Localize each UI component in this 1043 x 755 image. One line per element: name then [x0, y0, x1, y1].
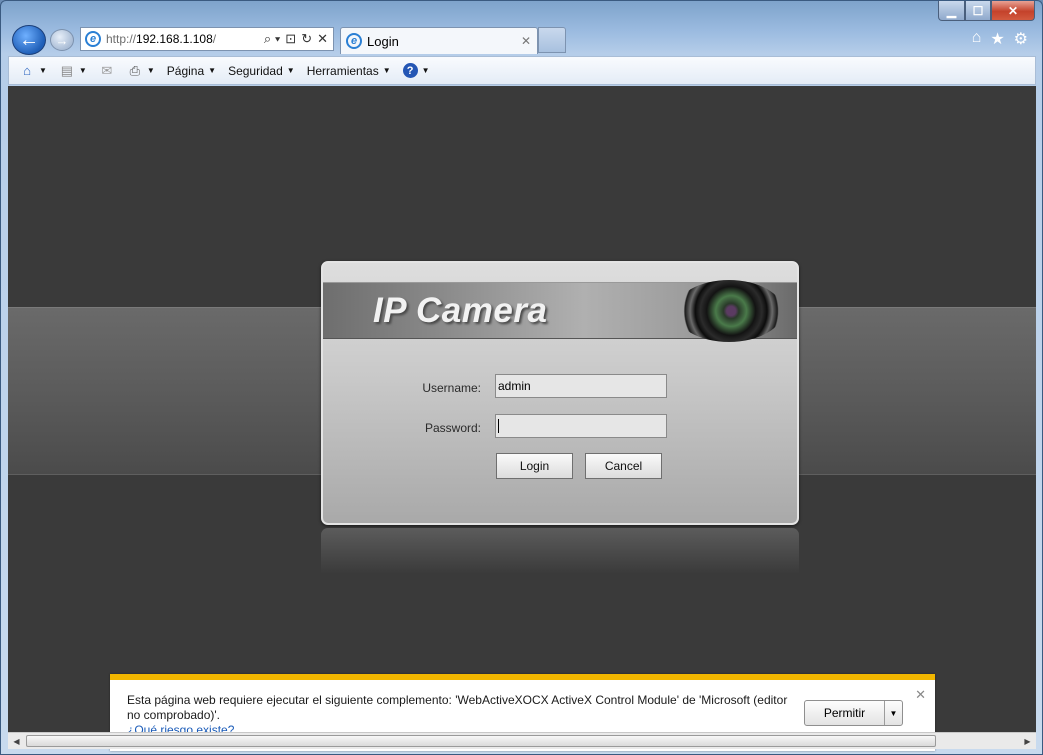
password-input[interactable] [495, 414, 667, 438]
help-icon: ? [402, 63, 418, 78]
menu-seguridad[interactable]: Seguridad ▼ [228, 64, 295, 78]
home-icon[interactable]: ⌂ [972, 29, 982, 49]
username-input[interactable]: admin [495, 374, 667, 398]
feeds-command[interactable]: ▤ ▼ [59, 63, 87, 78]
tab-title: Login [367, 33, 399, 49]
login-button[interactable]: Login [496, 453, 573, 479]
back-arrow-icon: ← [19, 28, 39, 51]
ie-logo-icon: e [85, 31, 101, 47]
cancel-button[interactable]: Cancel [585, 453, 662, 479]
text-cursor [498, 419, 499, 433]
forward-button[interactable]: → [50, 29, 74, 51]
minimize-button[interactable]: ▁ [938, 1, 965, 21]
chevron-down-icon: ▼ [421, 66, 430, 75]
command-bar: ⌂ ▼ ▤ ▼ ✉ ⎙ ▼ Página ▼ Seguridad ▼ Herra… [8, 56, 1036, 85]
scroll-right-icon[interactable]: ▶ [1019, 733, 1036, 749]
stop-icon[interactable]: ✕ [317, 31, 328, 47]
chevron-down-icon: ▼ [286, 66, 295, 75]
username-label: Username: [422, 381, 481, 395]
chevron-down-icon: ▼ [146, 66, 155, 75]
home-page-icon: ⌂ [23, 63, 31, 78]
allow-dropdown-icon[interactable]: ▼ [884, 701, 902, 725]
window-controls: ▁ ☐ ✕ [938, 1, 1035, 22]
menu-label: Herramientas [306, 63, 379, 78]
scrollbar-thumb[interactable] [26, 735, 936, 747]
tab-login[interactable]: e Login ✕ [340, 27, 538, 54]
mail-command[interactable]: ✉ [99, 63, 115, 78]
compatibility-view-icon[interactable]: ⊡ [285, 31, 296, 47]
allow-button-label: Permitir [823, 706, 866, 720]
chevron-down-icon: ▼ [78, 66, 87, 75]
tab-ie-icon: e [346, 33, 362, 49]
chevron-down-icon: ▼ [208, 66, 217, 75]
close-window-button[interactable]: ✕ [991, 1, 1035, 21]
chevron-down-icon: ▼ [382, 66, 391, 75]
menu-pagina[interactable]: Página ▼ [167, 64, 216, 78]
refresh-icon[interactable]: ↻ [301, 31, 312, 47]
home-command[interactable]: ⌂ ▼ [19, 63, 47, 78]
brand-banner: IP Camera [323, 280, 797, 342]
notification-close-icon[interactable]: ✕ [915, 687, 926, 703]
navigation-row: ← → e http:// 192.168.1.108 / ⌕ ▾ ⊡ ↻ ✕ … [1, 23, 1042, 55]
brand-title: IP Camera [373, 291, 548, 330]
address-bar[interactable]: e http:// 192.168.1.108 / ⌕ ▾ ⊡ ↻ ✕ [80, 27, 334, 51]
allow-button[interactable]: Permitir ▼ [804, 700, 903, 726]
mail-icon: ✉ [101, 62, 113, 78]
back-button[interactable]: ← [12, 25, 46, 55]
search-dropdown-icon[interactable]: ⌕ ▾ [264, 31, 280, 47]
maximize-button[interactable]: ☐ [965, 1, 991, 21]
new-tab-button[interactable] [538, 27, 566, 53]
address-tools: ⌕ ▾ ⊡ ↻ ✕ [264, 31, 333, 47]
help-command[interactable]: ? ▼ [402, 63, 430, 78]
menu-herramientas[interactable]: Herramientas ▼ [307, 64, 391, 78]
tools-gear-icon[interactable]: ⚙ [1014, 29, 1028, 49]
print-command[interactable]: ⎙ ▼ [127, 63, 155, 78]
camera-lens-icon [675, 280, 783, 342]
tab-close-icon[interactable]: ✕ [521, 34, 531, 48]
printer-icon: ⎙ [129, 62, 141, 78]
url-scheme: http:// [106, 32, 137, 46]
page-content: IP Camera Username: admin Password: Logi… [8, 86, 1036, 732]
panel-reflection [321, 528, 799, 574]
favorites-star-icon[interactable]: ★ [990, 29, 1004, 49]
url-path: / [212, 32, 217, 46]
password-label: Password: [424, 421, 481, 435]
chevron-down-icon: ▼ [39, 66, 47, 75]
menu-label: Seguridad [228, 63, 283, 78]
username-value: admin [498, 379, 531, 393]
scroll-left-icon[interactable]: ◀ [8, 733, 25, 749]
notification-message: Esta página web requiere ejecutar el sig… [127, 693, 788, 722]
horizontal-scrollbar[interactable]: ◀ ▶ [8, 732, 1036, 749]
forward-arrow-icon: → [55, 32, 69, 48]
browser-window: ▁ ☐ ✕ ← → e http:// 192.168.1.108 / ⌕ ▾ … [0, 0, 1043, 755]
rss-feed-icon: ▤ [60, 62, 74, 78]
url-host: 192.168.1.108 [136, 32, 213, 46]
menu-label: Página [166, 63, 205, 78]
browser-right-icons: ⌂ ★ ⚙ [972, 29, 1028, 49]
login-panel: IP Camera Username: admin Password: Logi… [321, 261, 799, 525]
